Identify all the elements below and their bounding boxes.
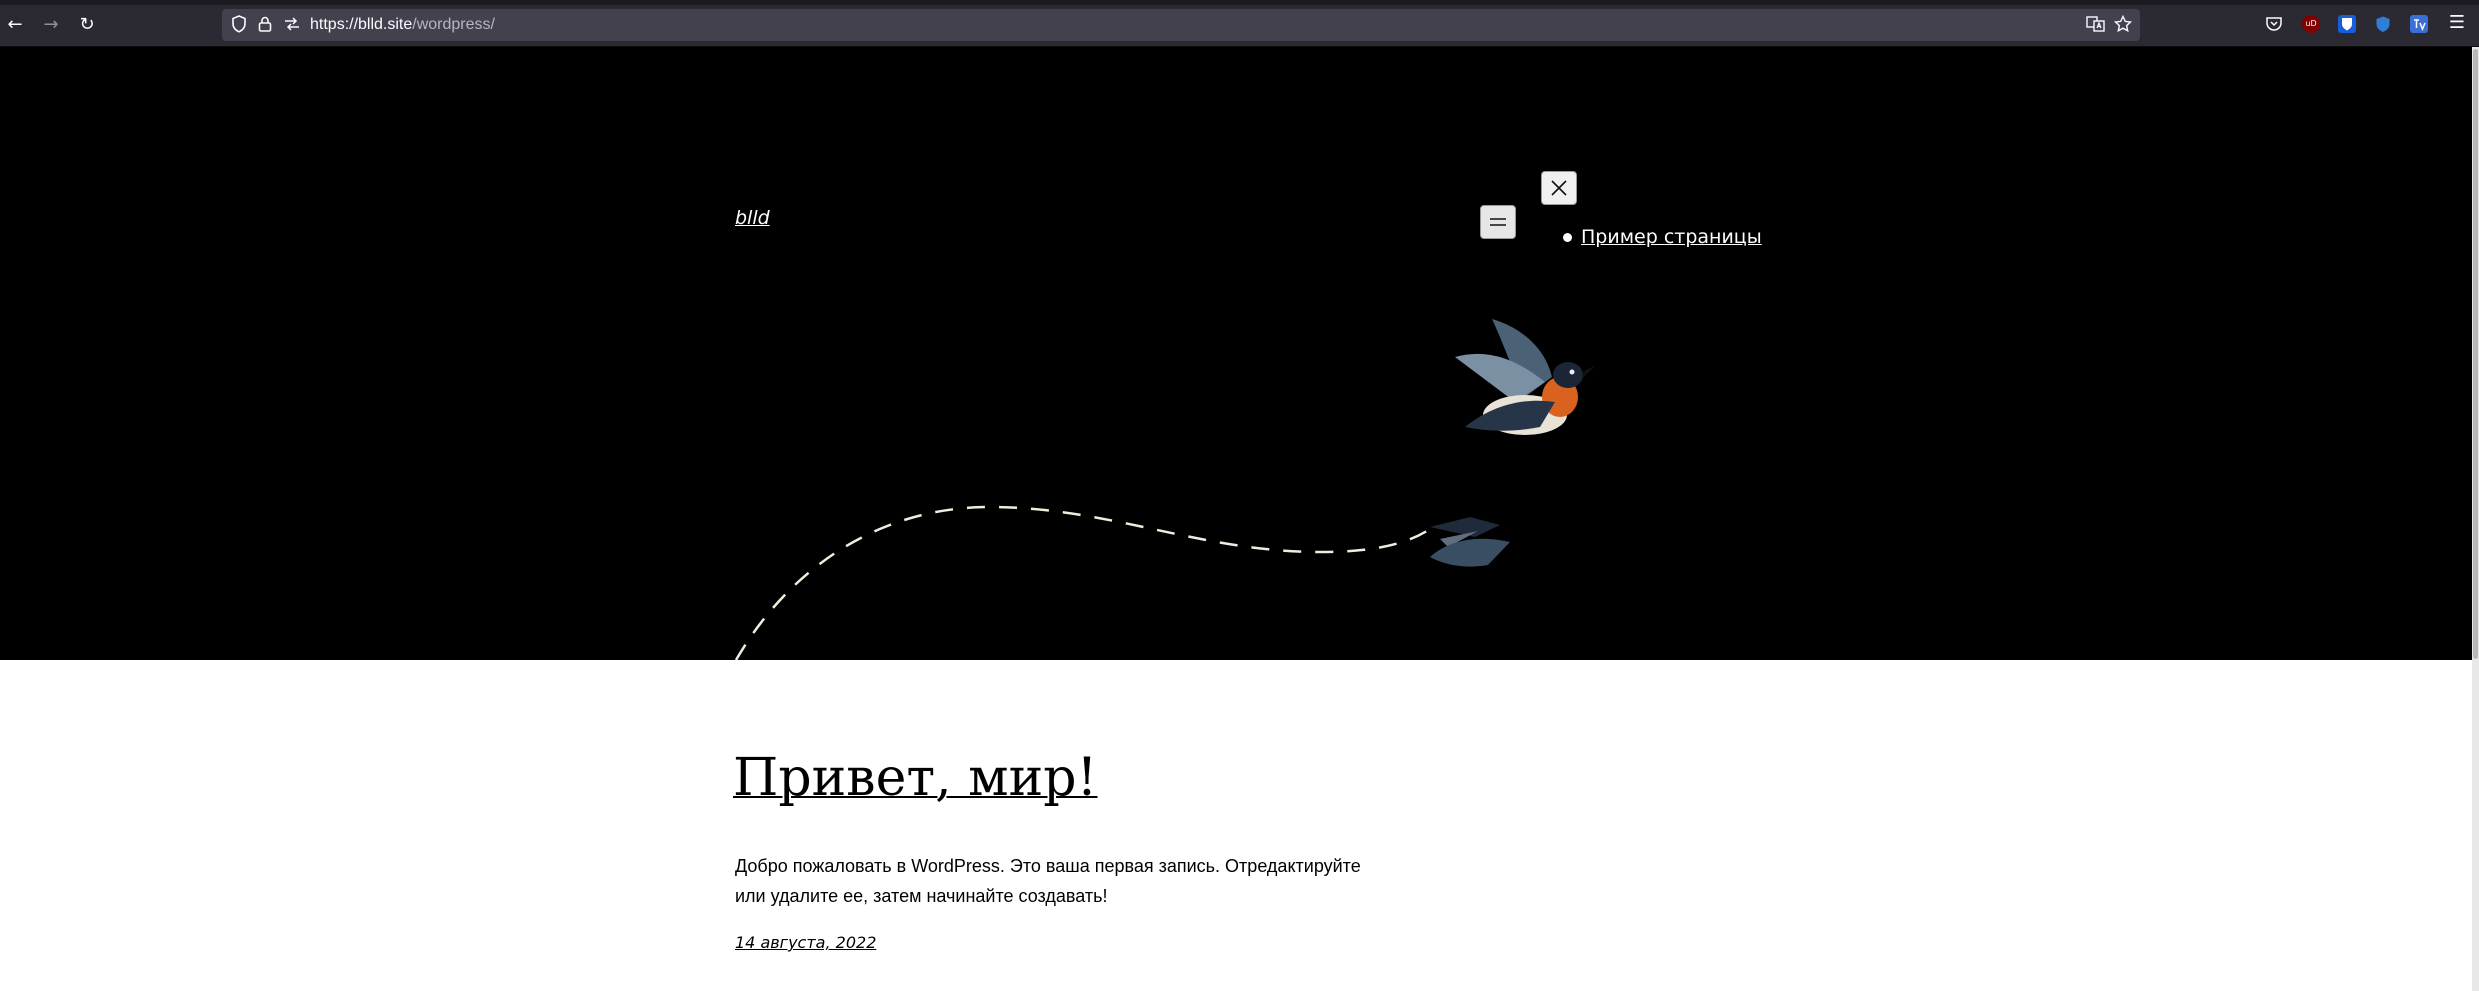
dashed-flight-path — [734, 505, 1431, 660]
reload-icon[interactable]: ↻ — [76, 14, 98, 36]
flight-path-illustration — [734, 319, 1596, 660]
vpn-shield-icon[interactable] — [2374, 15, 2392, 33]
primary-navigation: Пример страницы — [1563, 225, 1762, 249]
bird-icon — [1430, 319, 1596, 567]
address-bar[interactable]: https://blld.site/wordpress/ — [222, 9, 2140, 41]
bitwarden-icon[interactable] — [2338, 15, 2356, 33]
tab-strip-edge — [0, 0, 2479, 5]
hamburger-menu-icon[interactable]: ☰ — [2448, 13, 2466, 33]
post-title-link[interactable]: Привет, мир! — [733, 747, 1097, 809]
star-icon[interactable] — [2113, 14, 2133, 38]
translator-extension-icon[interactable] — [2410, 15, 2428, 33]
post-excerpt: Добро пожаловать в WordPress. Это ваша п… — [735, 856, 1361, 906]
ublock-origin-icon[interactable]: uD — [2302, 15, 2320, 33]
arrow-right-icon[interactable]: → — [40, 14, 62, 36]
nav-item: Пример страницы — [1563, 225, 1762, 249]
bullet-icon — [1563, 233, 1572, 242]
tracking-protection-icon[interactable] — [231, 15, 247, 38]
web-page: blld Пример страницы Привет, мир! Добро … — [0, 47, 2479, 991]
scrollbar-thumb[interactable] — [2473, 49, 2478, 659]
arrow-left-icon[interactable]: ← — [4, 14, 26, 36]
url-text[interactable]: https://blld.site/wordpress/ — [310, 15, 495, 35]
post-date-link[interactable]: 14 августа, 2022 — [735, 933, 876, 952]
translate-icon[interactable] — [2086, 15, 2106, 38]
site-header: blld Пример страницы — [0, 47, 2472, 660]
menu-toggle-button[interactable] — [1480, 205, 1516, 239]
nav-link-sample-page[interactable]: Пример страницы — [1581, 226, 1762, 248]
permissions-icon[interactable] — [284, 15, 300, 38]
site-title-link[interactable]: blld — [735, 207, 770, 229]
lock-icon[interactable] — [257, 15, 273, 38]
pocket-icon[interactable] — [2265, 15, 2283, 33]
browser-toolbar: ← → ↻ https://blld.site/wordpress/ uD ☰ — [0, 0, 2479, 47]
close-menu-button[interactable] — [1541, 171, 1577, 205]
